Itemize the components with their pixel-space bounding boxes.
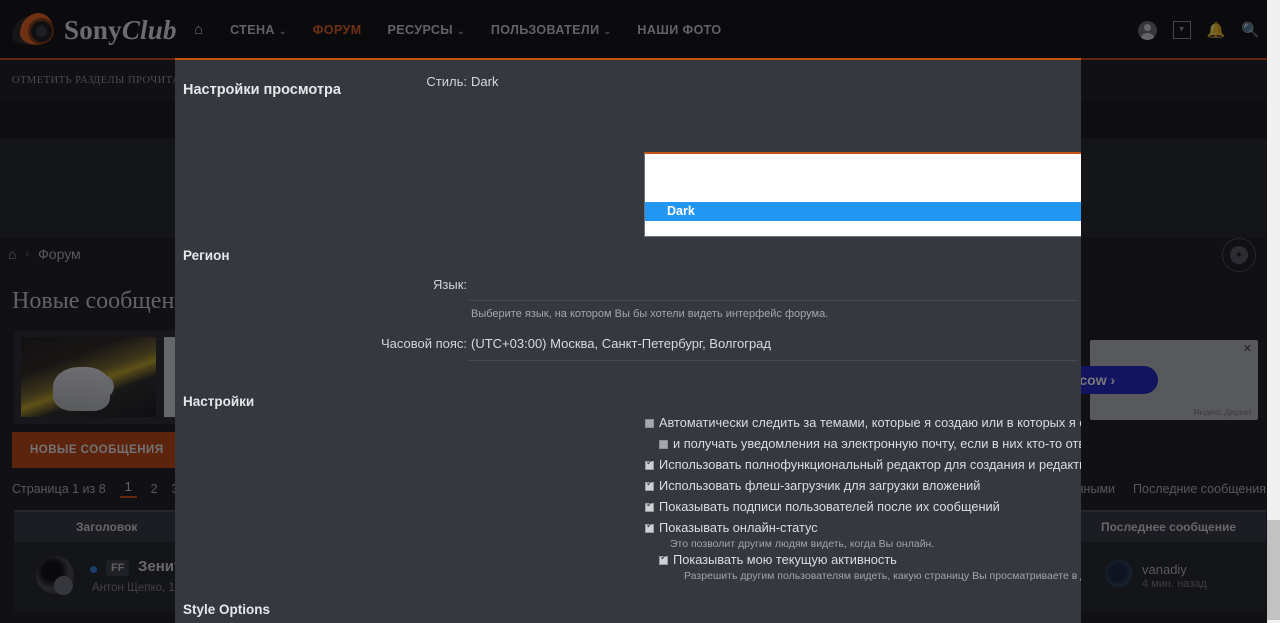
label-style: Стиль: [426,74,467,89]
checkbox-row-current-activity[interactable]: Показывать мою текущую активность Разреш… [175,551,1081,583]
dropdown-option-dark[interactable]: Dark [645,202,1081,221]
divider-timezone [468,360,1078,361]
screen: ⌂ › Форум Новые сообщения НОВЫЕ СООБЩЕНИ… [0,0,1280,623]
checkbox-row-show-signatures[interactable]: Показывать подписи пользователей после и… [175,498,1081,519]
checkbox-icon[interactable] [645,419,654,428]
field-row-style: Стиль: Dark [175,60,1081,94]
style-select-value[interactable]: Dark [471,74,498,89]
style-dropdown-list[interactable]: Dark [644,152,1081,237]
checkbox-row-auto-watch[interactable]: Автоматически следить за темами, которые… [175,414,1081,435]
checkbox-icon[interactable] [659,440,668,449]
dropdown-blank-area [645,154,1081,202]
settings-checkbox-list: Автоматически следить за темами, которые… [175,414,1081,583]
page-scrollbar-thumb[interactable] [1267,520,1280,620]
checkbox-icon[interactable] [645,500,654,512]
section-heading-style-options: Style Options [183,602,271,617]
section-heading-region: Регион [183,248,230,263]
label-language: Язык: [433,277,467,292]
checkbox-icon[interactable] [645,479,654,491]
checkbox-icon[interactable] [659,553,668,565]
language-hint-text: Выберите язык, на котором Вы бы хотели в… [471,308,829,320]
view-preferences-dialog: Настройки просмотра Стиль: Dark Dark Рег… [175,58,1081,623]
checkbox-row-rich-editor[interactable]: Использовать полнофункциональный редакто… [175,456,1081,477]
section-heading-settings: Настройки [183,394,255,409]
checkbox-row-email-notify[interactable]: и получать уведомления на электронную по… [175,435,1081,456]
checkbox-label: Использовать флеш-загрузчик для загрузки… [659,478,981,493]
checkbox-icon[interactable] [645,458,654,470]
timezone-select-value[interactable]: (UTC+03:00) Москва, Санкт-Петербург, Вол… [471,336,771,351]
checkbox-label: Показывать подписи пользователей после и… [659,499,1000,514]
checkbox-row-online-status[interactable]: Показывать онлайн-статус Это позволит др… [175,519,1081,551]
checkbox-description: Разрешить другим пользователям видеть, к… [684,570,1081,582]
checkbox-icon[interactable] [645,521,654,533]
dropdown-option-empty[interactable] [645,221,1081,240]
checkbox-label: Автоматически следить за темами, которые… [659,415,1081,430]
page-scrollbar-track[interactable] [1267,0,1280,623]
checkbox-label: Показывать онлайн-статус [659,520,818,535]
checkbox-label: и получать уведомления на электронную по… [673,436,1081,451]
checkbox-row-flash-uploader[interactable]: Использовать флеш-загрузчик для загрузки… [175,477,1081,498]
checkbox-label: Показывать мою текущую активность [673,552,897,567]
divider-language [468,300,1078,301]
checkbox-label: Использовать полнофункциональный редакто… [659,457,1081,472]
checkbox-description: Это позволит другим людям видеть, когда … [670,538,935,550]
label-timezone: Часовой пояс: [380,336,467,351]
